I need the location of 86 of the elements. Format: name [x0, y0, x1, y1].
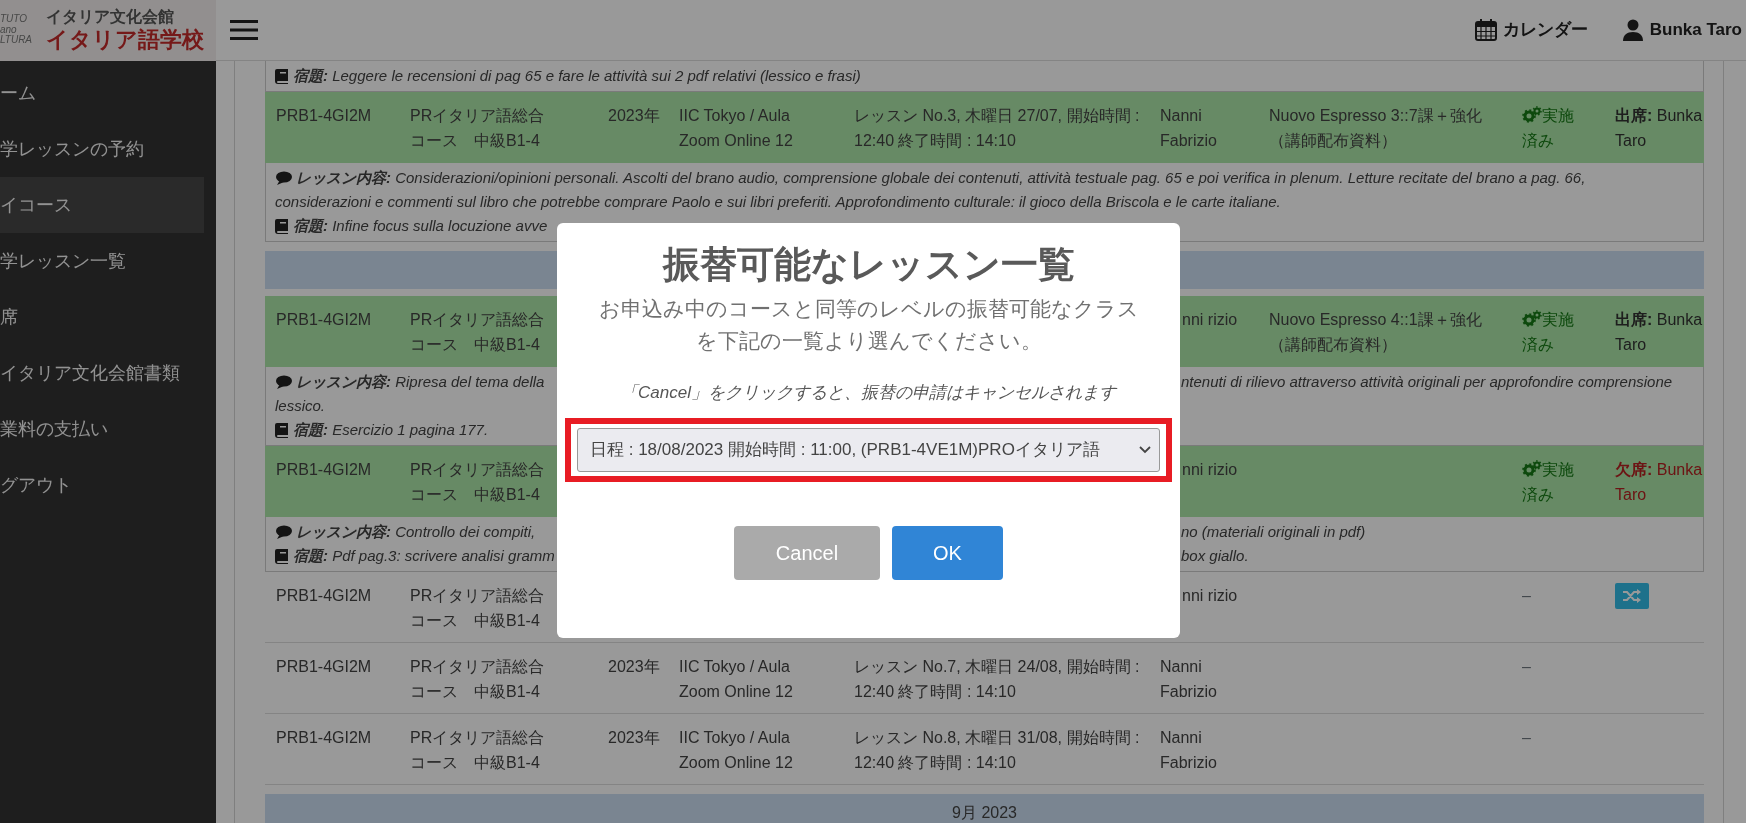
calendar-icon[interactable] [1474, 19, 1497, 41]
teacher-name: Nanni Fabrizio [1160, 106, 1218, 151]
teacher-name: nni rizio [1182, 310, 1239, 330]
course-name: PRイタリア語総合コース 中級B1-4 [410, 460, 546, 505]
speech-bubble-icon [275, 375, 292, 389]
lesson-note: レッスン内容: Considerazioni/opinioni personali. Ascolti del brano audio, comprensione globale dei contenuti, attività testuale pag. 65 e poi verifica in plenum. Letture recitate del brano a pag. 66, [296, 168, 1586, 188]
attendance-text: 出席: Bunka Taro [1615, 106, 1704, 151]
teacher-name: Nanni Fabrizio [1160, 728, 1218, 773]
gear-icon [1522, 106, 1542, 123]
status-text: 実施済み [1522, 105, 1575, 151]
logo-text: ano [0, 24, 18, 35]
book-icon [275, 548, 289, 564]
logo-text: TUTO [0, 14, 29, 25]
lesson-note: レッスン内容: Ripresa del tema della [296, 372, 545, 392]
lesson-info: レッスン No.7, 木曜日 24/08, 開始時間 : 12:40 終了時間 : 14:10 [854, 657, 1141, 702]
logo-text: LTURA [0, 35, 34, 46]
dialog-title: 振替可能なレッスン一覧 [661, 243, 1076, 287]
lesson-note: 宿題: Infine focus sulla locuzione avve [293, 216, 548, 236]
status-text: 実施済み [1522, 309, 1575, 355]
lesson-note: considerazioni e commenti sul libro che potrebbe comprare Paolo e sui libri preferiti. Approfondimento culturale: il gioco della Briscola e le carte italiane. [275, 192, 1281, 212]
year: 2023年 [608, 728, 661, 748]
year: 2023年 [608, 106, 661, 126]
caret-icon [1139, 445, 1151, 454]
calendar-link[interactable]: カレンダー [1502, 17, 1588, 43]
gear-icon [1522, 310, 1542, 327]
org-name: イタリア文化会館 [46, 8, 175, 27]
sidebar-item[interactable]: 席 [0, 289, 204, 345]
lesson-note: 宿題: Esercizio 1 pagina 177. [293, 420, 489, 440]
status-text: – [1522, 729, 1531, 746]
course-name: PRイタリア語総合コース 中級B1-4 [410, 310, 546, 355]
month-label: 9月 2023 [952, 803, 1017, 823]
user-name[interactable]: Bunka Taro [1649, 17, 1742, 43]
sidebar-item[interactable]: イタリア文化会館書類 [0, 345, 204, 401]
shuffle-icon [1623, 589, 1641, 603]
lesson-note: lessico. [275, 396, 326, 416]
book-icon [275, 218, 289, 234]
menu-icon[interactable] [230, 19, 258, 41]
dialog-message: お申込み中のコースと同等のレベルの振替可能なクラスを下記の一覧より選んでください。 [598, 296, 1139, 354]
location: IIC Tokyo / Aula Zoom Online 12 [679, 106, 794, 151]
status-text: 実施済み [1522, 459, 1575, 505]
lesson-info: レッスン No.8, 木曜日 31/08, 開始時間 : 12:40 終了時間 : 14:10 [854, 728, 1141, 773]
material: Nuovo Espresso 4::1課＋強化（講師配布資料） [1269, 310, 1483, 355]
book-icon [275, 422, 289, 438]
speech-bubble-icon [275, 171, 292, 185]
teacher-name: nni rizio [1182, 586, 1239, 606]
course-name: PRイタリア語総合コース 中級B1-4 [410, 586, 546, 631]
lesson-info: レッスン No.3, 木曜日 27/07, 開始時間 : 12:40 終了時間 : 14:10 [854, 106, 1141, 151]
sidebar-item[interactable]: グアウト [0, 457, 204, 513]
user-icon[interactable] [1621, 19, 1644, 41]
lesson-note: レッスン内容: Controllo dei compiti, [296, 522, 536, 542]
course-name: PRイタリア語総合コース 中級B1-4 [410, 106, 546, 151]
location: IIC Tokyo / Aula Zoom Online 12 [679, 728, 794, 773]
lesson-note: no (materiali originali in pdf) [1181, 522, 1367, 542]
ok-button[interactable]: OK [892, 525, 1003, 580]
sidebar-item[interactable]: 学レッスンの予約 [0, 121, 204, 177]
material: Nuovo Espresso 3::7課＋強化（講師配布資料） [1269, 106, 1483, 151]
course-code: PRB1-4GI2M [276, 460, 373, 480]
location: IIC Tokyo / Aula Zoom Online 12 [679, 657, 794, 702]
status-text: – [1522, 658, 1531, 675]
speech-bubble-icon [275, 525, 292, 539]
dialog-note: 「Cancel」をクリックすると、振替の申請はキャンセルされます [620, 382, 1119, 405]
lesson-select[interactable]: 日程 : 18/08/2023 開始時間 : 11:00, (PRB1-4VE1M)PROイタリア語 [577, 427, 1160, 472]
course-code: PRB1-4GI2M [276, 657, 373, 677]
course-code: PRB1-4GI2M [276, 728, 373, 748]
gear-icon [1522, 460, 1542, 477]
lesson-note: 宿題: Leggere le recensioni di pag 65 e fare le attività sui 2 pdf relativi (lessico e frasi) [293, 66, 861, 86]
sidebar-item[interactable]: 業料の支払い [0, 401, 204, 457]
course-code: PRB1-4GI2M [276, 106, 373, 126]
lesson-note: 宿題: Pdf pag.3: scrivere analisi gramm [293, 546, 555, 566]
course-name: PRイタリア語総合コース 中級B1-4 [410, 728, 546, 773]
lesson-note: box giallo. [1181, 546, 1250, 566]
school-name: イタリア語学校 [46, 26, 204, 52]
attendance-text: 出席: Bunka Taro [1615, 310, 1704, 355]
sidebar-item[interactable]: ーム [0, 65, 204, 121]
teacher-name: nni rizio [1182, 460, 1239, 480]
year: 2023年 [608, 657, 661, 677]
course-code: PRB1-4GI2M [276, 586, 373, 606]
course-code: PRB1-4GI2M [276, 310, 373, 330]
sidebar-item[interactable]: イコース [0, 177, 204, 233]
sidebar-item[interactable]: 学レッスン一覧 [0, 233, 204, 289]
attendance-text: 欠席: Bunka Taro [1615, 460, 1704, 505]
lesson-note: ntenuti di rilievo attraverso attività originali per approfondire comprensione [1181, 372, 1674, 392]
teacher-name: Nanni Fabrizio [1160, 657, 1218, 702]
book-icon [275, 68, 289, 84]
course-name: PRイタリア語総合コース 中級B1-4 [410, 657, 546, 702]
status-text: – [1522, 587, 1531, 604]
